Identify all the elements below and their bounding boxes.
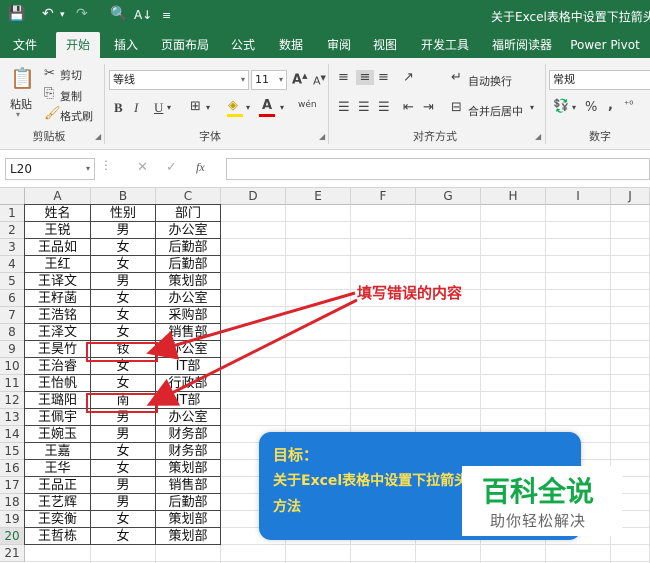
goal-line-1: 关于Excel表格中设置下拉箭头的	[273, 473, 483, 489]
watermark-subtitle: 助你轻松解决	[490, 512, 587, 530]
arrow-to-row9	[146, 291, 356, 360]
annotation-label: 填写错误的内容	[357, 284, 463, 302]
watermark-title: 百科全说	[482, 475, 595, 508]
arrow-to-row12	[146, 298, 358, 406]
goal-label: 目标：	[273, 446, 319, 464]
watermark: 百科全说 助你轻松解决	[462, 466, 622, 536]
goal-line-2: 方法	[273, 499, 301, 515]
